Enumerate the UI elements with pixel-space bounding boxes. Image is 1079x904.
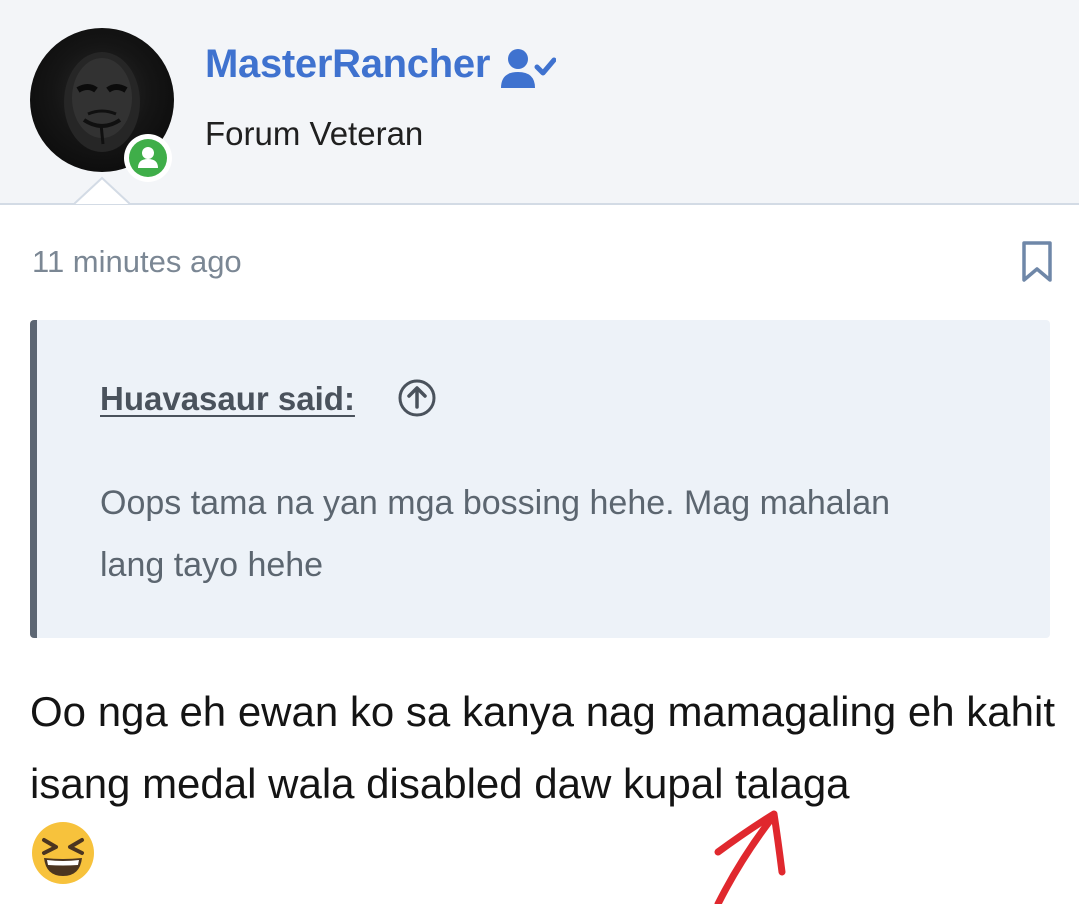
forum-post: MasterRancher Forum Veteran 11 minutes a… bbox=[0, 0, 1079, 904]
red-hand-drawn-arrow-icon bbox=[714, 810, 786, 904]
grinning-squinting-face-emoji-icon bbox=[32, 822, 94, 884]
quoted-reply-block: Huavasaur said: Oops tama na yan mga bos… bbox=[30, 320, 1050, 638]
user-check-icon bbox=[501, 49, 556, 88]
online-user-icon bbox=[138, 147, 158, 168]
quote-body-text: Oops tama na yan mga bossing hehe. Mag m… bbox=[100, 484, 891, 584]
quote-author-link[interactable]: Huavasaur said: bbox=[100, 380, 355, 418]
header-pointer-notch bbox=[74, 176, 130, 205]
post-timestamp-link[interactable]: 11 minutes ago bbox=[32, 244, 242, 280]
author-username-link[interactable]: MasterRancher bbox=[205, 42, 490, 87]
bookmark-icon[interactable] bbox=[1018, 240, 1056, 284]
author-user-title: Forum Veteran bbox=[205, 115, 424, 152]
online-status-badge bbox=[124, 134, 172, 182]
post-message-body: Oo nga eh ewan ko sa kanya nag mamagalin… bbox=[30, 688, 1056, 807]
arrow-up-circle-icon[interactable] bbox=[397, 378, 437, 418]
